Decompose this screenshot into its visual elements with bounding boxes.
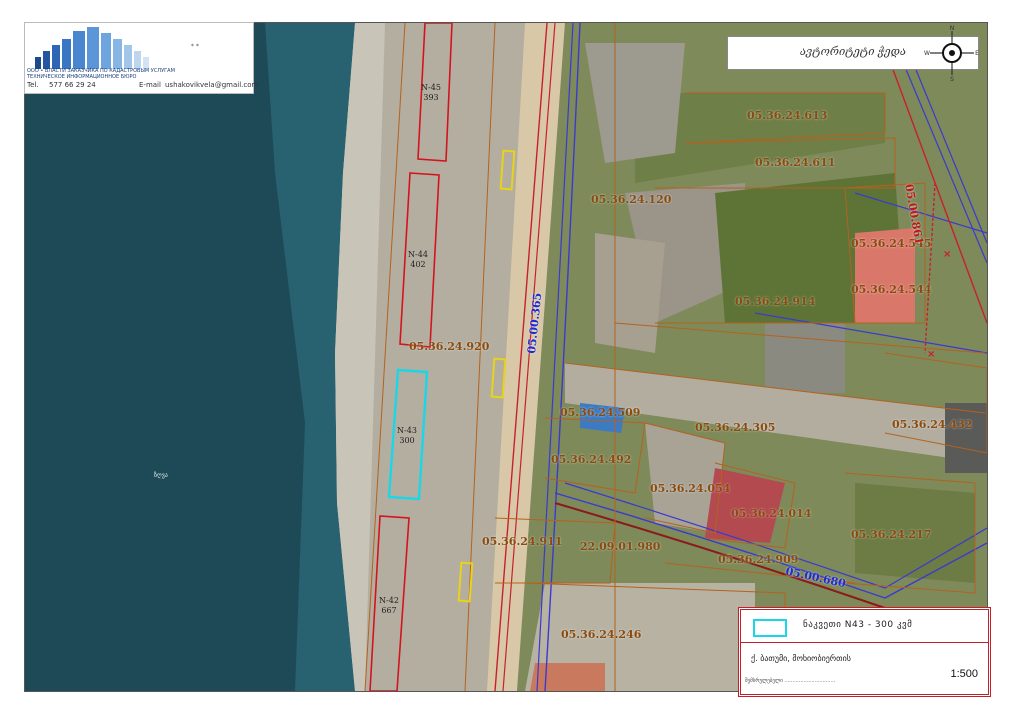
phone-label: Tel. bbox=[27, 81, 39, 89]
plot-label-n45[interactable]: N-45 393 bbox=[419, 83, 443, 103]
parcel-label: 05.36.24.611 bbox=[755, 156, 836, 169]
sea-label: ზღვა bbox=[154, 472, 168, 479]
parcel-label: 05.36.24.544 bbox=[851, 283, 932, 296]
legend-footer: შემსრულებელი ...........................… bbox=[745, 678, 836, 684]
compass-w: W bbox=[924, 50, 930, 57]
company-line-2: ТЕХНИЧЕСКОЕ ИНФОРМАЦИОННОЕ БЮРО bbox=[27, 74, 137, 80]
north-arrow-panel: ავტორიტეტი ჭედა N S E W bbox=[727, 25, 979, 81]
aerial-imagery: × × bbox=[25, 23, 987, 691]
legend-subtitle: ქ. ბათუმი, მოხიობიერთის bbox=[751, 654, 851, 663]
logo-small-mark: * * bbox=[191, 43, 199, 50]
plot-label-n44[interactable]: N-44 402 bbox=[406, 250, 430, 270]
email-label: E-mail bbox=[139, 81, 161, 89]
compass-icon: N S E W bbox=[924, 25, 979, 81]
plot-area: 393 bbox=[423, 93, 439, 102]
plot-label-n43[interactable]: N-43 300 bbox=[395, 426, 419, 446]
parcel-label: 05.36.24.920 bbox=[409, 340, 490, 353]
plot-area: 667 bbox=[381, 606, 397, 615]
compass-s: S bbox=[950, 76, 954, 81]
parcel-label: 05.36.24.911 bbox=[482, 535, 563, 548]
email-address: ushakovikvela@gmail.com bbox=[165, 81, 259, 89]
parcel-label: 05.36.24.217 bbox=[851, 528, 932, 541]
parcel-label: 05.36.24.432 bbox=[892, 418, 973, 431]
parcel-label: 05.36.24.120 bbox=[591, 193, 672, 206]
parcel-label: 05.36.24.014 bbox=[731, 507, 812, 520]
parcel-label: 05.36.24.054 bbox=[650, 482, 731, 495]
parcel-label: 22.09.01.980 bbox=[580, 540, 661, 553]
compass-e: E bbox=[975, 50, 979, 57]
legend-row: ნაკვეთი N43 - 300 კვმ bbox=[741, 610, 988, 643]
phone-number: 577 66 29 24 bbox=[49, 81, 96, 89]
plot-id: N-45 bbox=[421, 83, 441, 92]
plot-area: 402 bbox=[410, 260, 426, 269]
plot-id: N-42 bbox=[379, 596, 399, 605]
svg-text:×: × bbox=[943, 249, 951, 260]
company-name: ООО • ВЛАСТИ ЗАКАЗЧИКА ПО КАДАСТРОВЫМ УС… bbox=[27, 68, 175, 80]
map-legend: ნაკვეთი N43 - 300 კვმ ქ. ბათუმი, მოხიობი… bbox=[738, 607, 991, 697]
parcel-label: 05.36.24.613 bbox=[747, 109, 828, 122]
plot-id: N-44 bbox=[408, 250, 428, 259]
company-logo-panel: * * ООО • ВЛАСТИ ЗАКАЗЧИКА ПО КАДАСТРОВЫ… bbox=[24, 22, 258, 94]
signature-text: ავტორიტეტი ჭედა bbox=[800, 45, 906, 58]
plot-id: N-43 bbox=[397, 426, 417, 435]
plot-area: 300 bbox=[399, 436, 415, 445]
map-scale: 1:500 bbox=[950, 668, 978, 680]
parcel-label: 05.36.24.914 bbox=[735, 295, 816, 308]
parcel-label: 05.36.24.305 bbox=[695, 421, 776, 434]
map-view[interactable]: × × 05.36.24.613 05.36.24.611 05.36.24.1… bbox=[24, 22, 988, 692]
company-logo bbox=[35, 27, 149, 69]
parcel-label: 05.36.24.492 bbox=[551, 453, 632, 466]
legend-swatch bbox=[753, 619, 787, 637]
parcel-label: 05.36.24.509 bbox=[560, 406, 641, 419]
parcel-label: 05.36.24.246 bbox=[561, 628, 642, 641]
plot-label-n42[interactable]: N-42 667 bbox=[377, 596, 401, 616]
svg-text:×: × bbox=[927, 349, 935, 360]
compass-n: N bbox=[950, 25, 955, 32]
legend-title: ნაკვეთი N43 - 300 კვმ bbox=[803, 620, 913, 630]
